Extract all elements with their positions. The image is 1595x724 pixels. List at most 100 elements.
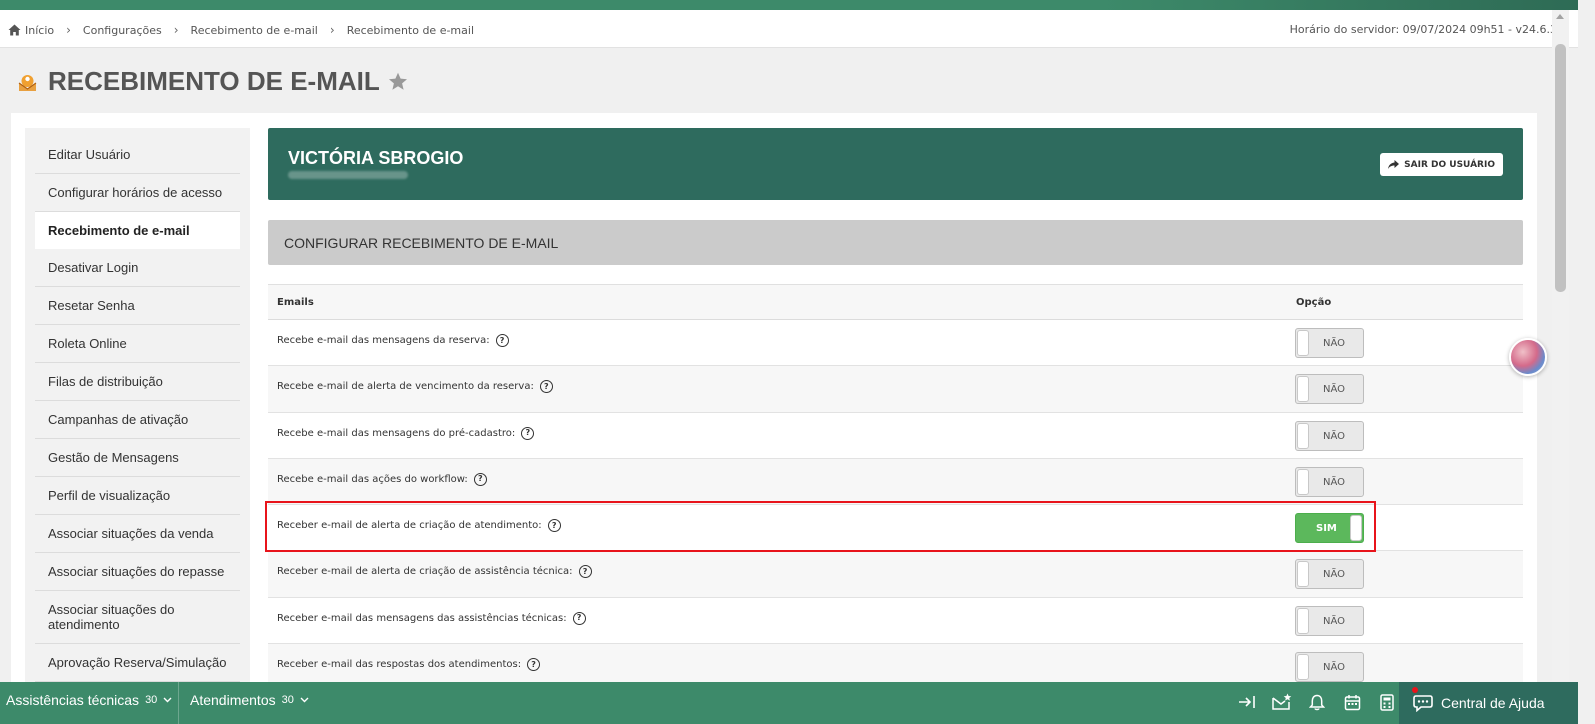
chevron-right-icon: ›: [173, 23, 179, 37]
table-row: Receber e-mail das mensagens das assistê…: [268, 597, 1523, 645]
toggle-switch[interactable]: NÃO: [1295, 420, 1364, 451]
calculator-icon[interactable]: [1376, 691, 1398, 713]
toggle-knob: [1297, 468, 1309, 495]
section-title: CONFIGURAR RECEBIMENTO DE E-MAIL: [284, 235, 559, 251]
sidebar-item-resetar-senha[interactable]: Resetar Senha: [35, 287, 240, 325]
question-icon[interactable]: ?: [547, 519, 561, 533]
help-center-button[interactable]: Central de Ajuda: [1399, 682, 1578, 724]
question-icon[interactable]: ?: [578, 565, 592, 579]
server-time: Horário do servidor: 09/07/2024 09h51 - …: [1289, 23, 1564, 36]
sidebar-item-situacoes-repasse[interactable]: Associar situações do repasse: [35, 553, 240, 591]
chat-icon: [1413, 695, 1433, 712]
assistencias-tecnicas-menu[interactable]: Assistências técnicas 30: [6, 692, 172, 708]
question-icon[interactable]: ?: [527, 658, 541, 672]
chevron-down-icon: [163, 697, 172, 703]
row-label: Receber e-mail das mensagens das assistê…: [277, 612, 567, 624]
atendimentos-menu[interactable]: Atendimentos 30: [190, 692, 309, 708]
column-header-option: Opção: [1296, 297, 1332, 308]
sidebar-item-situacoes-atendimento[interactable]: Associar situações do atendimento: [35, 591, 240, 644]
calendar-icon[interactable]: [1341, 691, 1363, 713]
row-label: Receber e-mail das respostas dos atendim…: [277, 659, 522, 671]
toggle-value: NÃO: [1323, 476, 1346, 488]
toggle-switch[interactable]: NÃO: [1295, 328, 1364, 358]
bottom-bar: Assistências técnicas 30 Atendimentos 30…: [0, 682, 1578, 724]
breadcrumb-item-configuracoes[interactable]: Configurações: [83, 24, 162, 37]
page-header: RECEBIMENTO DE E-MAIL: [16, 66, 408, 97]
toggle-knob: [1297, 330, 1309, 356]
chevron-down-icon: [300, 697, 309, 703]
toggle-value: NÃO: [1323, 384, 1346, 396]
toggle-knob: [1297, 561, 1309, 588]
toggle-switch[interactable]: NÃO: [1295, 605, 1364, 636]
toggle-knob: [1297, 654, 1309, 681]
assistencias-label: Assistências técnicas: [6, 692, 140, 708]
sidebar-item-recebimento-email[interactable]: Recebimento de e-mail: [35, 212, 240, 249]
breadcrumb-item-recebimento[interactable]: Recebimento de e-mail: [191, 24, 318, 37]
scrollbar-thumb[interactable]: [1555, 44, 1566, 292]
breadcrumb: Início › Configurações › Recebimento de …: [8, 23, 474, 37]
sidebar-item-situacoes-venda[interactable]: Associar situações da venda: [35, 515, 240, 553]
mail-star-icon[interactable]: [1271, 691, 1293, 713]
sidebar-item-aprovacao-reserva[interactable]: Aprovação Reserva/Simulação: [35, 644, 240, 682]
toggle-knob: [1350, 515, 1362, 542]
section-header: CONFIGURAR RECEBIMENTO DE E-MAIL: [268, 220, 1523, 265]
table-row: Recebe e-mail das mensagens da reserva:?…: [268, 320, 1523, 367]
breadcrumb-home[interactable]: Início: [8, 24, 54, 37]
email-settings-table: Emails Opção Recebe e-mail das mensagens…: [268, 284, 1523, 691]
table-header: Emails Opção: [268, 284, 1523, 320]
toggle-value: SIM: [1316, 523, 1337, 535]
question-icon[interactable]: ?: [521, 426, 535, 440]
home-icon: [8, 24, 21, 36]
breadcrumb-item-inicio[interactable]: Início: [25, 24, 54, 37]
sidebar-item-perfil-visualizacao[interactable]: Perfil de visualização: [35, 477, 240, 515]
question-icon[interactable]: ?: [473, 472, 487, 486]
sidebar-item-gestao-mensagens[interactable]: Gestão de Mensagens: [35, 439, 240, 477]
toggle-switch[interactable]: NÃO: [1295, 652, 1364, 683]
user-header: VICTÓRIA SBROGIO SAIR DO USUÁRIO: [268, 128, 1523, 200]
bottom-divider: [178, 682, 179, 724]
scroll-up-arrow-icon[interactable]: [1556, 14, 1564, 19]
toggle-knob: [1297, 422, 1309, 449]
table-row: Recebe e-mail das mensagens do pré-cadas…: [268, 412, 1523, 459]
table-row: Receber e-mail de alerta de criação de a…: [268, 551, 1523, 598]
table-row: Receber e-mail de alerta de criação de a…: [268, 505, 1523, 552]
page-scrollbar[interactable]: [1552, 10, 1569, 681]
table-row: Recebe e-mail de alerta de vencimento da…: [268, 366, 1523, 413]
help-label: Central de Ajuda: [1441, 695, 1545, 711]
chevron-right-icon: ›: [66, 23, 71, 37]
star-icon[interactable]: [388, 72, 408, 91]
toggle-knob: [1297, 376, 1309, 403]
row-label: Recebe e-mail das mensagens da reserva:: [277, 335, 490, 346]
toggle-value: NÃO: [1323, 615, 1346, 627]
row-label: Recebe e-mail de alerta de vencimento da…: [277, 381, 534, 393]
atendimentos-count: 30: [281, 694, 294, 706]
collapse-icon[interactable]: [1236, 691, 1258, 713]
question-icon[interactable]: ?: [572, 611, 586, 625]
breadcrumb-bar: Início › Configurações › Recebimento de …: [0, 10, 1578, 48]
email-settings-icon: [18, 75, 37, 91]
toggle-switch[interactable]: NÃO: [1295, 374, 1364, 405]
logout-label: SAIR DO USUÁRIO: [1404, 159, 1495, 170]
row-label: Recebe e-mail das mensagens do pré-cadas…: [277, 427, 516, 439]
sidebar-item-campanhas-ativacao[interactable]: Campanhas de ativação: [35, 401, 240, 439]
toggle-value: NÃO: [1323, 338, 1346, 349]
notification-dot: [1412, 687, 1418, 693]
sidebar-item-horarios-acesso[interactable]: Configurar horários de acesso: [35, 174, 240, 212]
assistencias-count: 30: [145, 694, 158, 706]
logout-button[interactable]: SAIR DO USUÁRIO: [1380, 153, 1503, 176]
sidebar-item-roleta-online[interactable]: Roleta Online: [35, 325, 240, 363]
column-header-emails: Emails: [277, 297, 314, 308]
sidebar-item-editar-usuario[interactable]: Editar Usuário: [35, 136, 240, 174]
toggle-switch[interactable]: NÃO: [1295, 559, 1364, 590]
floating-assistant-button[interactable]: [1509, 338, 1547, 376]
toggle-switch[interactable]: NÃO: [1295, 466, 1364, 497]
page-title: RECEBIMENTO DE E-MAIL: [48, 66, 380, 96]
question-icon[interactable]: ?: [539, 380, 553, 394]
sidebar-item-desativar-login[interactable]: Desativar Login: [35, 249, 240, 287]
question-icon[interactable]: ?: [495, 334, 509, 347]
toggle-switch[interactable]: SIM: [1295, 513, 1364, 544]
atendimentos-label: Atendimentos: [190, 692, 276, 708]
sidebar-item-filas-distribuicao[interactable]: Filas de distribuição: [35, 363, 240, 401]
share-icon: [1388, 160, 1400, 169]
bell-icon[interactable]: [1306, 691, 1328, 713]
